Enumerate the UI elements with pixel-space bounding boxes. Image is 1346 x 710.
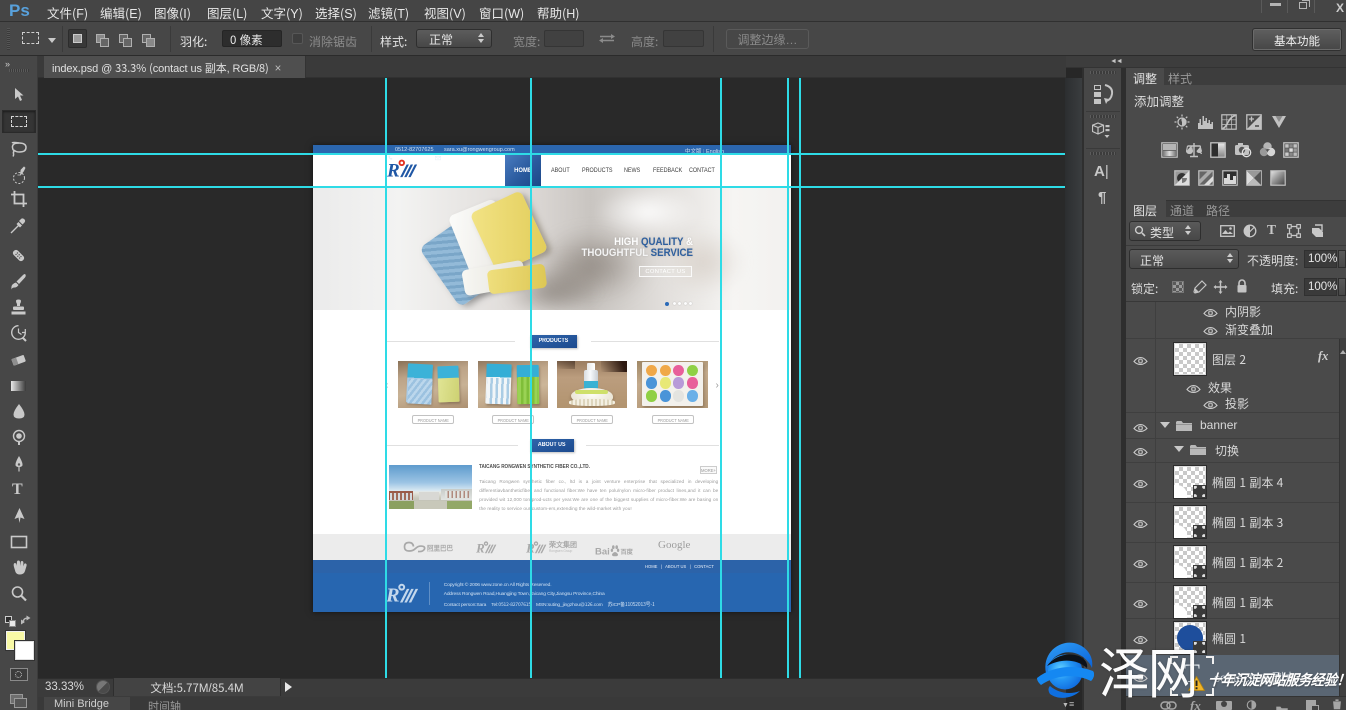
- svg-text:Bai: Bai: [595, 547, 610, 558]
- svg-text:R: R: [476, 541, 485, 554]
- svg-text:百度: 百度: [621, 547, 634, 556]
- svg-text:R: R: [387, 160, 400, 179]
- svg-text:R: R: [386, 585, 400, 605]
